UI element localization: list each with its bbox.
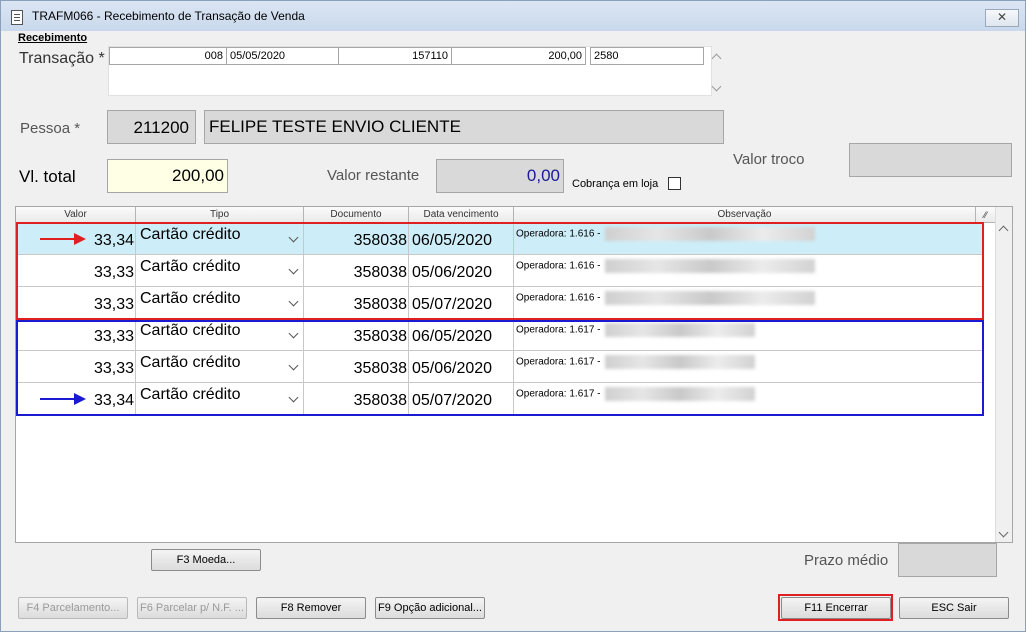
- encerrar-highlight-box: [778, 594, 893, 621]
- scroll-up-icon[interactable]: [998, 225, 1009, 236]
- column-chooser-icon[interactable]: ⁄⁄: [976, 207, 996, 223]
- transacao-valor-field[interactable]: 200,00: [451, 47, 586, 65]
- transacao-container: 008 05/05/2020 157110 200,00 2580: [108, 46, 722, 96]
- section-title: Recebimento: [18, 32, 88, 44]
- pessoa-label: Pessoa *: [20, 120, 81, 137]
- document-icon: [11, 10, 23, 25]
- pessoa-nome-field: FELIPE TESTE ENVIO CLIENTE: [204, 110, 724, 144]
- close-button[interactable]: ✕: [985, 9, 1019, 27]
- main-window: TRAFM066 - Recebimento de Transação de V…: [0, 0, 1026, 632]
- vertical-scrollbar[interactable]: [995, 207, 1012, 542]
- prazo-medio-field: [898, 543, 997, 577]
- title-bar: TRAFM066 - Recebimento de Transação de V…: [1, 1, 1025, 31]
- sair-button[interactable]: ESC Sair: [899, 597, 1009, 619]
- blue-highlight-box: [16, 320, 984, 416]
- valor-restante-field: 0,00: [436, 159, 564, 193]
- vl-total-label: Vl. total: [19, 167, 76, 186]
- prazo-medio-label: Prazo médio: [804, 552, 889, 569]
- transacao-scroll-down-icon[interactable]: [711, 81, 722, 92]
- pessoa-codigo-field: 211200: [107, 110, 196, 144]
- header-data-vencimento[interactable]: Data vencimento: [409, 207, 514, 223]
- vl-total-field[interactable]: 200,00: [107, 159, 228, 193]
- remover-button[interactable]: F8 Remover: [256, 597, 366, 619]
- transacao-ref-field[interactable]: 2580: [590, 47, 704, 65]
- header-tipo[interactable]: Tipo: [136, 207, 304, 223]
- transacao-label: Transação *: [19, 50, 105, 67]
- cobranca-checkbox[interactable]: [668, 177, 681, 190]
- transacao-numero-field[interactable]: 157110: [338, 47, 452, 65]
- header-valor[interactable]: Valor: [16, 207, 136, 223]
- opcao-adicional-button[interactable]: F9 Opção adicional...: [375, 597, 485, 619]
- header-documento[interactable]: Documento: [304, 207, 409, 223]
- valor-troco-label: Valor troco: [733, 151, 805, 168]
- window-title: TRAFM066 - Recebimento de Transação de V…: [32, 9, 305, 23]
- valor-troco-field: [849, 143, 1012, 177]
- scroll-down-icon[interactable]: [998, 527, 1009, 538]
- header-observacao[interactable]: Observação: [514, 207, 976, 223]
- valor-restante-label: Valor restante: [327, 167, 420, 184]
- transacao-data-field[interactable]: 05/05/2020: [226, 47, 339, 65]
- moeda-button[interactable]: F3 Moeda...: [151, 549, 261, 571]
- transacao-codigo-field[interactable]: 008: [109, 47, 227, 65]
- payment-grid: Valor Tipo Documento Data vencimento Obs…: [15, 206, 1013, 543]
- transacao-scroll-up-icon[interactable]: [711, 53, 722, 64]
- red-highlight-box: [16, 222, 984, 320]
- cobranca-label: Cobrança em loja: [572, 178, 659, 190]
- parcelamento-button[interactable]: F4 Parcelamento...: [18, 597, 128, 619]
- parcelar-nf-button[interactable]: F6 Parcelar p/ N.F. ...: [137, 597, 247, 619]
